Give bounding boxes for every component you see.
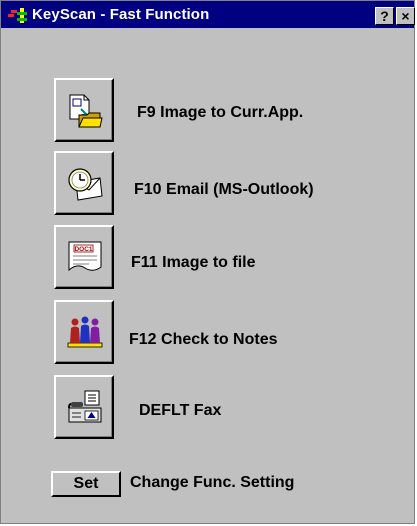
image-to-app-icon	[69, 94, 103, 128]
function-label: F11 Image to file	[131, 254, 256, 271]
fax-icon	[68, 390, 102, 423]
keyscan-app-icon[interactable]	[8, 7, 30, 24]
people-icon	[67, 316, 103, 348]
close-button[interactable]: ×	[396, 7, 415, 25]
email-button[interactable]	[54, 151, 114, 215]
email-icon	[68, 168, 103, 201]
image-to-app-button[interactable]	[54, 78, 114, 142]
function-label: DEFLT Fax	[139, 402, 222, 419]
settings-description: Change Func. Setting	[130, 474, 295, 491]
window-title: KeyScan - Fast Function	[32, 6, 210, 23]
doc-icon-text: DOC1	[74, 246, 92, 253]
function-panel: F9 Image to Curr.App. F10 Email (MS-Outl…	[3, 29, 414, 523]
function-label: F9 Image to Curr.App.	[137, 104, 304, 121]
title-bar[interactable]: KeyScan - Fast Function ? ×	[1, 1, 415, 29]
function-label: F12 Check to Notes	[129, 331, 278, 348]
image-to-file-button[interactable]: DOC1	[54, 225, 114, 289]
function-label: F10 Email (MS-Outlook)	[134, 181, 314, 198]
check-to-notes-button[interactable]	[54, 300, 114, 364]
fax-button[interactable]	[54, 375, 114, 439]
keyscan-window: KeyScan - Fast Function ? × F9 Image to …	[0, 0, 415, 524]
help-button[interactable]: ?	[375, 7, 394, 25]
document-icon: DOC1	[68, 241, 102, 272]
set-button[interactable]: Set	[51, 471, 121, 497]
